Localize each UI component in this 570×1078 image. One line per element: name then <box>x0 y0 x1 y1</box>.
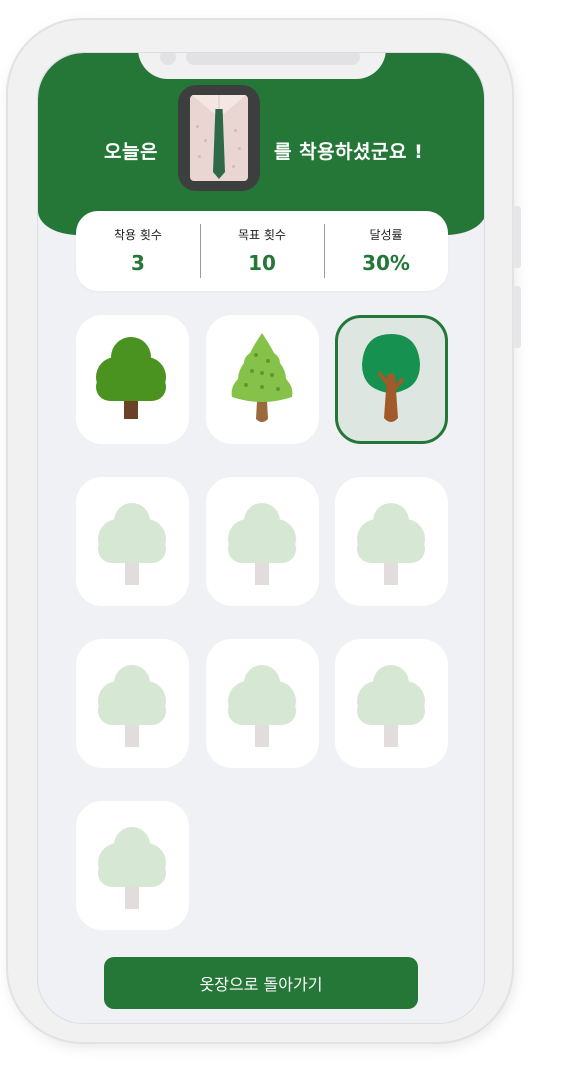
locked-tree-icon <box>98 827 166 909</box>
stat-wear-count: 착용 횟수 3 <box>76 224 200 278</box>
locked-tree-icon <box>357 665 425 747</box>
stat-goal-count: 목표 횟수 10 <box>200 224 324 278</box>
tree-tile-selected[interactable] <box>335 315 448 444</box>
locked-tree-tile[interactable] <box>76 639 189 768</box>
header-prefix-text: 오늘은 <box>104 141 158 163</box>
app-screen: 오늘은 를 착용하셨군요 ! 착용 횟수 3 목표 횟수 10 달성률 30% <box>37 52 485 1024</box>
locked-tree-tile[interactable] <box>76 477 189 606</box>
locked-tree-icon <box>228 503 296 585</box>
clothing-thumbnail <box>178 85 260 191</box>
header-suffix-text: 를 착용하셨군요 ! <box>274 141 424 163</box>
locked-tree-tile[interactable] <box>206 639 319 768</box>
pine-tree-icon <box>231 333 293 422</box>
stat-achievement-rate: 달성률 30% <box>324 224 448 278</box>
stat-value: 30% <box>362 251 410 275</box>
stat-label: 달성률 <box>369 228 403 242</box>
locked-tree-icon <box>228 665 296 747</box>
stat-value: 3 <box>131 251 145 275</box>
tie-icon <box>213 109 225 179</box>
stats-card: 착용 횟수 3 목표 횟수 10 달성률 30% <box>76 211 448 291</box>
phone-side-button <box>513 206 521 268</box>
stat-value: 10 <box>248 251 276 275</box>
locked-tree-icon <box>98 503 166 585</box>
header-banner: 오늘은 를 착용하셨군요 ! <box>38 53 484 235</box>
locked-tree-icon <box>98 665 166 747</box>
speaker-grille <box>186 53 360 65</box>
locked-tree-tile[interactable] <box>76 801 189 930</box>
locked-tree-icon <box>357 503 425 585</box>
locked-tree-tile[interactable] <box>335 477 448 606</box>
tree-tile[interactable] <box>76 315 189 444</box>
stat-label: 착용 횟수 <box>114 228 162 242</box>
big-tree-icon <box>362 334 420 422</box>
locked-tree-tile[interactable] <box>335 639 448 768</box>
stat-label: 목표 횟수 <box>238 228 286 242</box>
shirt-image <box>190 95 248 181</box>
back-to-closet-button[interactable]: 옷장으로 돌아가기 <box>104 957 418 1009</box>
locked-tree-tile[interactable] <box>206 477 319 606</box>
tree-tile[interactable] <box>206 315 319 444</box>
phone-side-button <box>513 286 521 348</box>
camera-icon <box>160 53 176 65</box>
round-tree-icon <box>96 337 166 419</box>
phone-notch <box>138 53 386 79</box>
